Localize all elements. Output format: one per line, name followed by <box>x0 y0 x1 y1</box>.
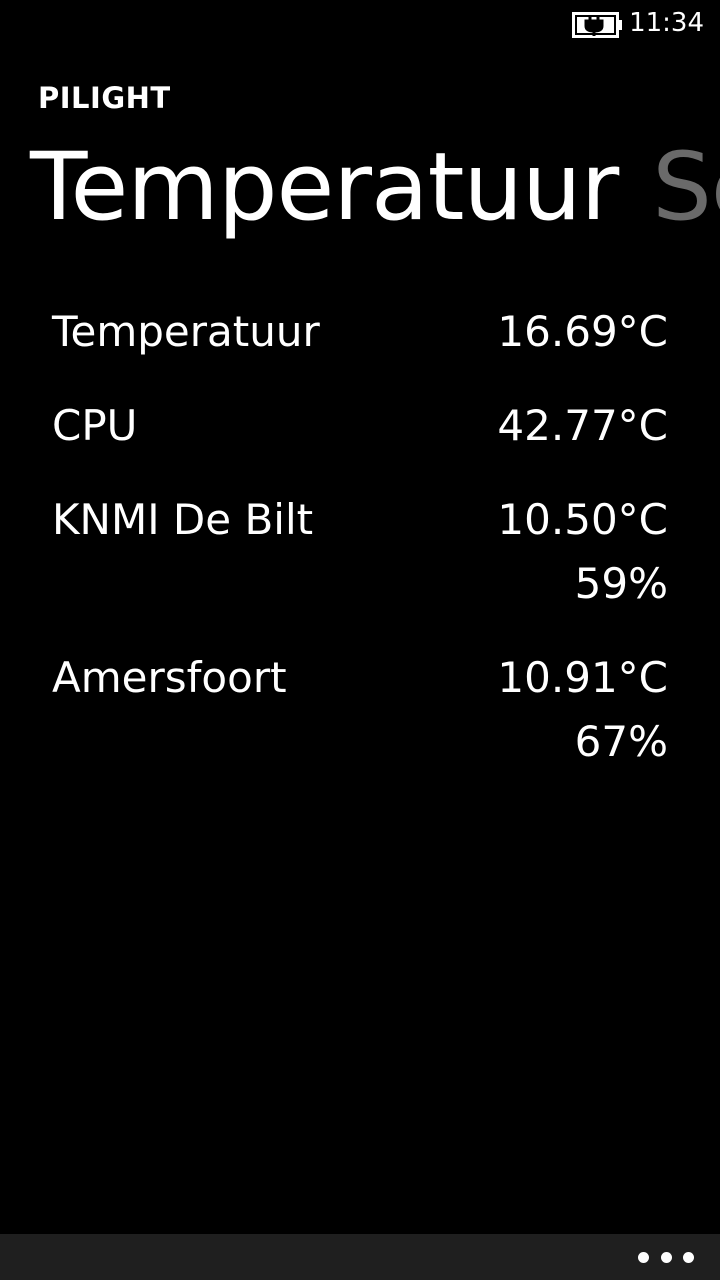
sensor-name: Amersfoort <box>52 653 287 702</box>
list-item[interactable]: Temperatuur 16.69°C <box>52 300 668 364</box>
sensor-temperature: 10.50°C <box>497 495 668 544</box>
sensor-values: 16.69°C <box>497 300 668 364</box>
sensor-temperature: 16.69°C <box>497 307 668 356</box>
pivot-item-next[interactable]: Se <box>652 128 720 248</box>
dot <box>683 1251 694 1263</box>
app-bar <box>0 1234 720 1280</box>
more-dots-icon[interactable] <box>638 1242 694 1272</box>
dot <box>638 1251 649 1263</box>
status-bar: 11:34 <box>0 0 720 48</box>
sensor-humidity: 59% <box>574 559 668 608</box>
list-item[interactable]: Amersfoort 10.91°C 67% <box>52 646 668 774</box>
sensor-temperature: 42.77°C <box>497 401 668 450</box>
sensor-values: 42.77°C <box>497 394 668 458</box>
clock: 11:34 <box>629 8 704 38</box>
sensor-name: Temperatuur <box>52 307 320 356</box>
pivot-header: Temperatuur Se <box>30 128 720 248</box>
sensor-name: KNMI De Bilt <box>52 495 314 544</box>
sensor-name: CPU <box>52 401 138 450</box>
sensor-values: 10.50°C 59% <box>497 488 668 616</box>
list-item[interactable]: CPU 42.77°C <box>52 394 668 458</box>
sensor-values: 10.91°C 67% <box>497 646 668 774</box>
sensor-list: Temperatuur 16.69°C CPU 42.77°C KNMI De … <box>52 300 668 804</box>
screen: 11:34 PILIGHT Temperatuur Se Temperatuur … <box>0 0 720 1280</box>
sensor-humidity: 67% <box>574 717 668 766</box>
list-item[interactable]: KNMI De Bilt 10.50°C 59% <box>52 488 668 616</box>
dot <box>660 1251 672 1263</box>
sensor-temperature: 10.91°C <box>497 653 668 702</box>
app-title: PILIGHT <box>38 81 171 115</box>
battery-charging-icon <box>572 12 622 38</box>
pivot-item-temperatuur[interactable]: Temperatuur <box>30 128 619 248</box>
